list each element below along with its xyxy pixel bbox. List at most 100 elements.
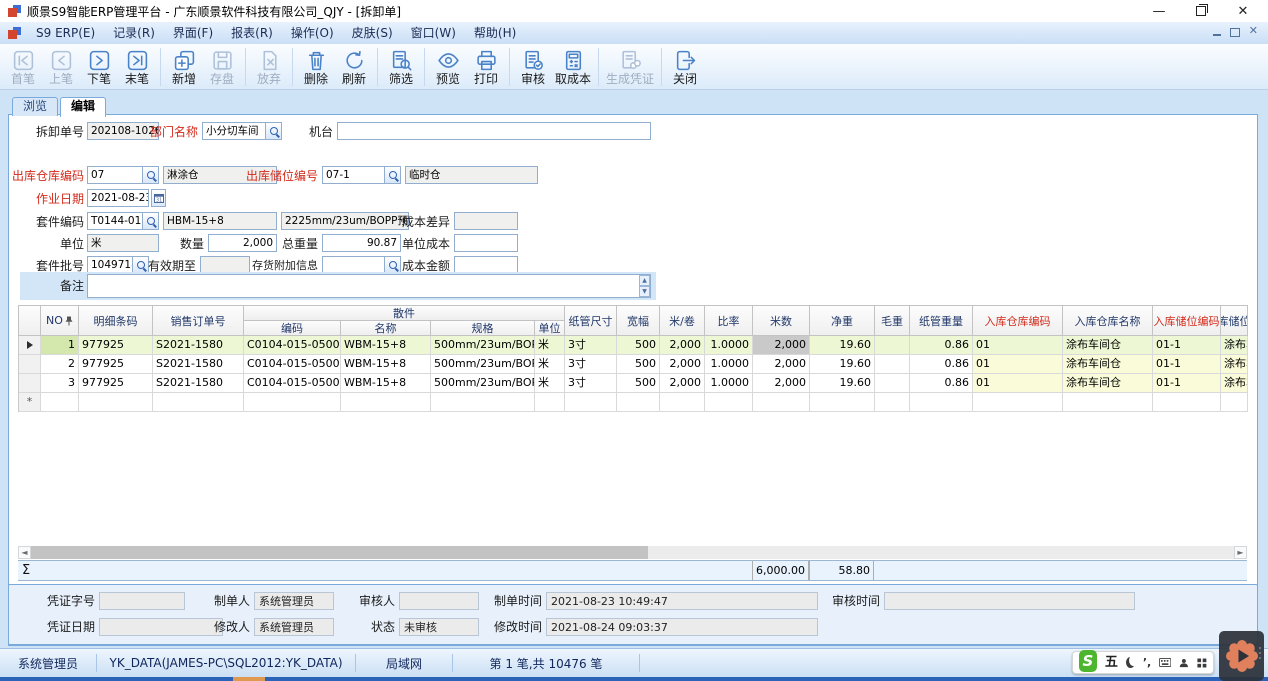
cell-net[interactable]: 19.60 [810, 374, 875, 393]
extra-info-lookup-button[interactable] [384, 257, 400, 273]
cell-loc_name[interactable]: 涂布车间仓 [1221, 336, 1248, 355]
menu-item-皮肤(S)[interactable]: 皮肤(S) [343, 26, 402, 40]
column-header-sales_order[interactable]: 销售订单号 [153, 306, 244, 336]
cell-meters[interactable]: 2,000 [753, 374, 810, 393]
user-icon[interactable] [1179, 657, 1189, 669]
column-header-gross[interactable]: 毛重 [875, 306, 910, 336]
column-header-selector[interactable] [19, 306, 41, 336]
column-header-loc_code[interactable]: 入库储位编码 [1153, 306, 1221, 336]
remark-scroll-up-button[interactable]: ▲ [639, 275, 650, 286]
sogou-logo-icon[interactable]: S [1079, 650, 1097, 672]
calendar-button[interactable]: 31 [151, 189, 166, 207]
cell-tube_size[interactable] [565, 393, 617, 412]
cell-wh_code[interactable]: 01 [973, 355, 1063, 374]
cell-tube_weight[interactable]: 0.86 [910, 374, 973, 393]
punctuation-icon[interactable]: ’, [1143, 656, 1151, 669]
cell-code[interactable]: C0104-015-0500-... [244, 374, 341, 393]
toolbar-button-取成本[interactable]: 取成本 [552, 45, 594, 89]
cell-name[interactable]: WBM-15+8 [341, 374, 431, 393]
column-header-spec[interactable]: 规格 [431, 321, 535, 336]
cell-m_per_roll[interactable]: 2,000 [660, 355, 705, 374]
cell-loc_code[interactable]: 01-1 [1153, 336, 1221, 355]
cell-spec[interactable]: 500mm/23um/BOPP... [431, 374, 535, 393]
column-header-unit[interactable]: 单位 [535, 321, 565, 336]
cell-name[interactable] [341, 393, 431, 412]
out-location-code-field[interactable]: 07-1 [322, 166, 401, 184]
column-header-no[interactable]: NO [41, 306, 79, 336]
window-restore-button[interactable] [1180, 0, 1222, 22]
toolbar-button-关闭[interactable]: 关闭 [666, 45, 704, 89]
cell-unit[interactable]: 米 [535, 336, 565, 355]
menu-item-窗口(W)[interactable]: 窗口(W) [402, 26, 465, 40]
menu-item-记录(R)[interactable]: 记录(R) [104, 26, 164, 40]
cell-no[interactable]: 2 [41, 355, 79, 374]
menu-item-S9 ERP(E)[interactable]: S9 ERP(E) [27, 26, 104, 40]
row-selector-cell[interactable] [19, 336, 41, 355]
remark-textarea[interactable] [87, 274, 651, 298]
toolbar-button-末笔[interactable]: 末笔 [118, 45, 156, 89]
menu-item-帮助(H)[interactable]: 帮助(H) [465, 26, 525, 40]
cell-meters[interactable]: 2,000 [753, 336, 810, 355]
cell-barcode[interactable]: 977925 [79, 336, 153, 355]
cell-sales_order[interactable]: S2021-1580 [153, 355, 244, 374]
column-header-m_per_roll[interactable]: 米/卷 [660, 306, 705, 336]
menu-item-报表(R)[interactable]: 报表(R) [222, 26, 282, 40]
cell-sales_order[interactable] [153, 393, 244, 412]
cell-net[interactable] [810, 393, 875, 412]
floating-widget[interactable] [1219, 631, 1264, 681]
cell-loc_name[interactable]: 涂布车间仓 [1221, 374, 1248, 393]
cell-width[interactable]: 500 [617, 355, 660, 374]
cell-m_per_roll[interactable]: 2,000 [660, 336, 705, 355]
cell-tube_weight[interactable] [910, 393, 973, 412]
cell-barcode[interactable] [79, 393, 153, 412]
cell-m_per_roll[interactable] [660, 393, 705, 412]
cell-width[interactable]: 500 [617, 336, 660, 355]
scrollbar-thumb[interactable] [31, 546, 648, 559]
cell-loc_code[interactable] [1153, 393, 1221, 412]
remark-scroll-down-button[interactable]: ▼ [639, 286, 650, 297]
column-header-wh_name[interactable]: 入库仓库名称 [1063, 306, 1153, 336]
table-row[interactable]: 1977925S2021-1580C0104-015-0500-...WBM-1… [18, 336, 1248, 355]
out-warehouse-code-field[interactable]: 07 [87, 166, 159, 184]
toolbox-grid-icon[interactable] [1197, 657, 1207, 669]
out-warehouse-lookup-button[interactable] [142, 167, 158, 183]
cell-ratio[interactable]: 1.0000 [705, 355, 753, 374]
window-close-button[interactable]: ✕ [1222, 0, 1264, 22]
toolbar-button-刷新[interactable]: 刷新 [335, 45, 373, 89]
cell-tube_size[interactable]: 3寸 [565, 355, 617, 374]
column-header-net[interactable]: 净重 [810, 306, 875, 336]
cell-width[interactable]: 500 [617, 374, 660, 393]
column-header-ratio[interactable]: 比率 [705, 306, 753, 336]
column-header-loc_name[interactable]: 入库储位名 [1221, 306, 1248, 336]
table-row[interactable]: 3977925S2021-1580C0104-015-0500-...WBM-1… [18, 374, 1248, 393]
cell-sales_order[interactable]: S2021-1580 [153, 336, 244, 355]
cell-m_per_roll[interactable]: 2,000 [660, 374, 705, 393]
mdi-restore-icon[interactable] [1230, 28, 1240, 37]
tab-编辑[interactable]: 编辑 [60, 97, 106, 117]
toolbar-button-预览[interactable]: 预览 [429, 45, 467, 89]
cell-barcode[interactable]: 977925 [79, 374, 153, 393]
kit-code-lookup-button[interactable] [142, 213, 158, 229]
toolbar-button-删除[interactable]: 删除 [297, 45, 335, 89]
cell-gross[interactable] [875, 355, 910, 374]
scroll-left-button[interactable]: ◄ [18, 546, 31, 559]
kit-code-field[interactable]: T0144-015-2225 [87, 212, 159, 230]
cell-barcode[interactable]: 977925 [79, 355, 153, 374]
row-selector-cell[interactable] [19, 374, 41, 393]
cell-wh_name[interactable]: 涂布车间仓 [1063, 355, 1153, 374]
tab-浏览[interactable]: 浏览 [12, 97, 58, 116]
cell-spec[interactable]: 500mm/23um/BOPP... [431, 355, 535, 374]
half-full-width-moon-icon[interactable] [1126, 657, 1135, 668]
window-minimize-button[interactable]: — [1138, 0, 1180, 22]
column-header-wh_code[interactable]: 入库仓库编码 [973, 306, 1063, 336]
cell-wh_code[interactable] [973, 393, 1063, 412]
cell-no[interactable]: 1 [41, 336, 79, 355]
cell-sales_order[interactable]: S2021-1580 [153, 374, 244, 393]
kit-batch-lookup-button[interactable] [132, 257, 148, 273]
column-header-tube_size[interactable]: 纸管尺寸 [565, 306, 617, 336]
cell-no[interactable]: 3 [41, 374, 79, 393]
out-location-lookup-button[interactable] [384, 167, 400, 183]
toolbar-button-审核[interactable]: 审核 [514, 45, 552, 89]
cell-ratio[interactable]: 1.0000 [705, 374, 753, 393]
cell-unit[interactable] [535, 393, 565, 412]
